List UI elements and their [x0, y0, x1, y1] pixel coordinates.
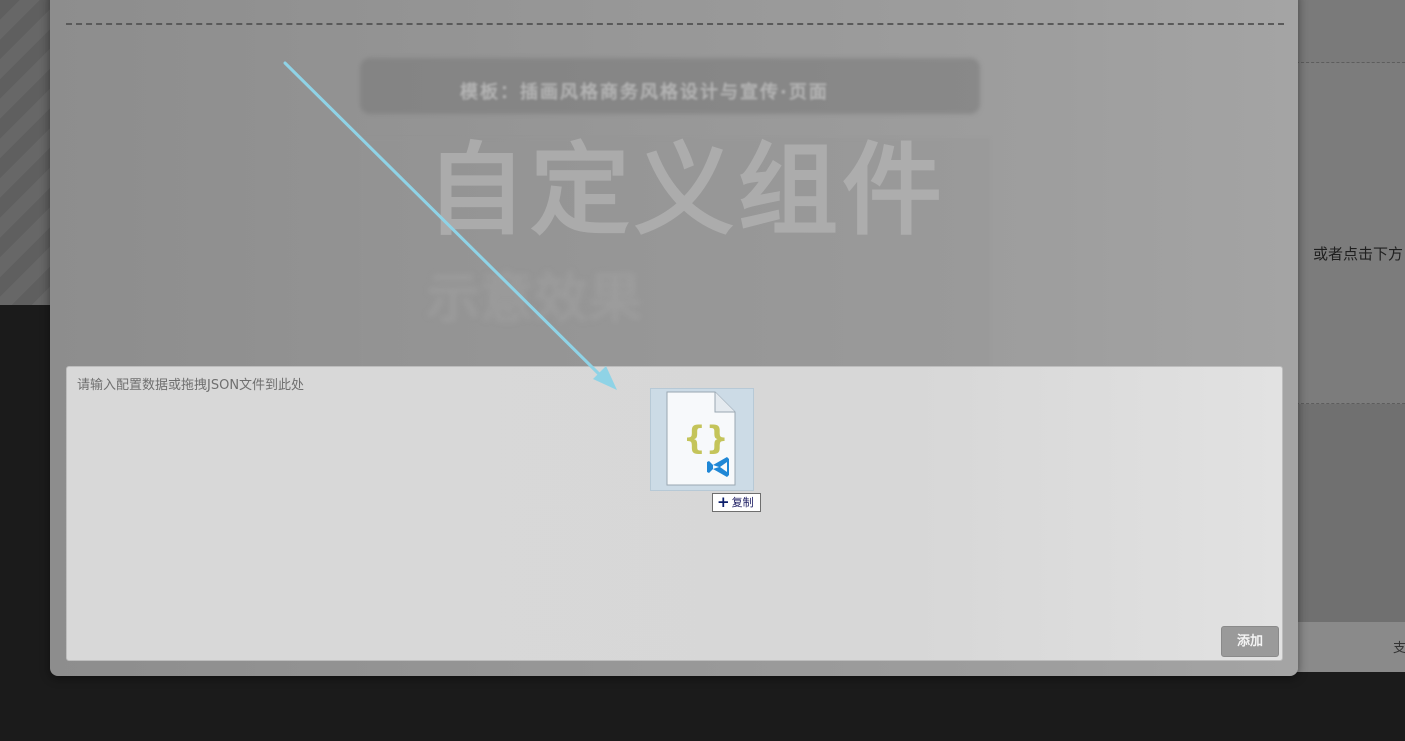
modal-divider	[66, 23, 1284, 25]
plus-icon: +	[717, 493, 730, 511]
config-placeholder: 请输入配置数据或拖拽JSON文件到此处	[77, 378, 305, 393]
preview-subtitle: 示意效果	[426, 267, 642, 330]
preview-title: 自定义组件	[426, 132, 946, 249]
background-footer-text: 支	[1393, 641, 1405, 656]
background-right-dropzone	[1296, 63, 1405, 404]
background-right-header	[1296, 0, 1405, 63]
copy-tooltip-label: 复制	[731, 496, 754, 509]
background-hint-text: 或者点击下方	[1313, 245, 1404, 263]
preview-banner-text: 模板：插画风格商务风格设计与宣传·页面	[460, 82, 829, 103]
copy-drop-tooltip: + 复制	[712, 493, 761, 512]
svg-text:{}: {}	[683, 419, 729, 457]
add-button[interactable]: 添加	[1221, 626, 1279, 657]
background-right-footer	[1296, 622, 1405, 672]
json-file-icon[interactable]: {}	[666, 391, 736, 486]
